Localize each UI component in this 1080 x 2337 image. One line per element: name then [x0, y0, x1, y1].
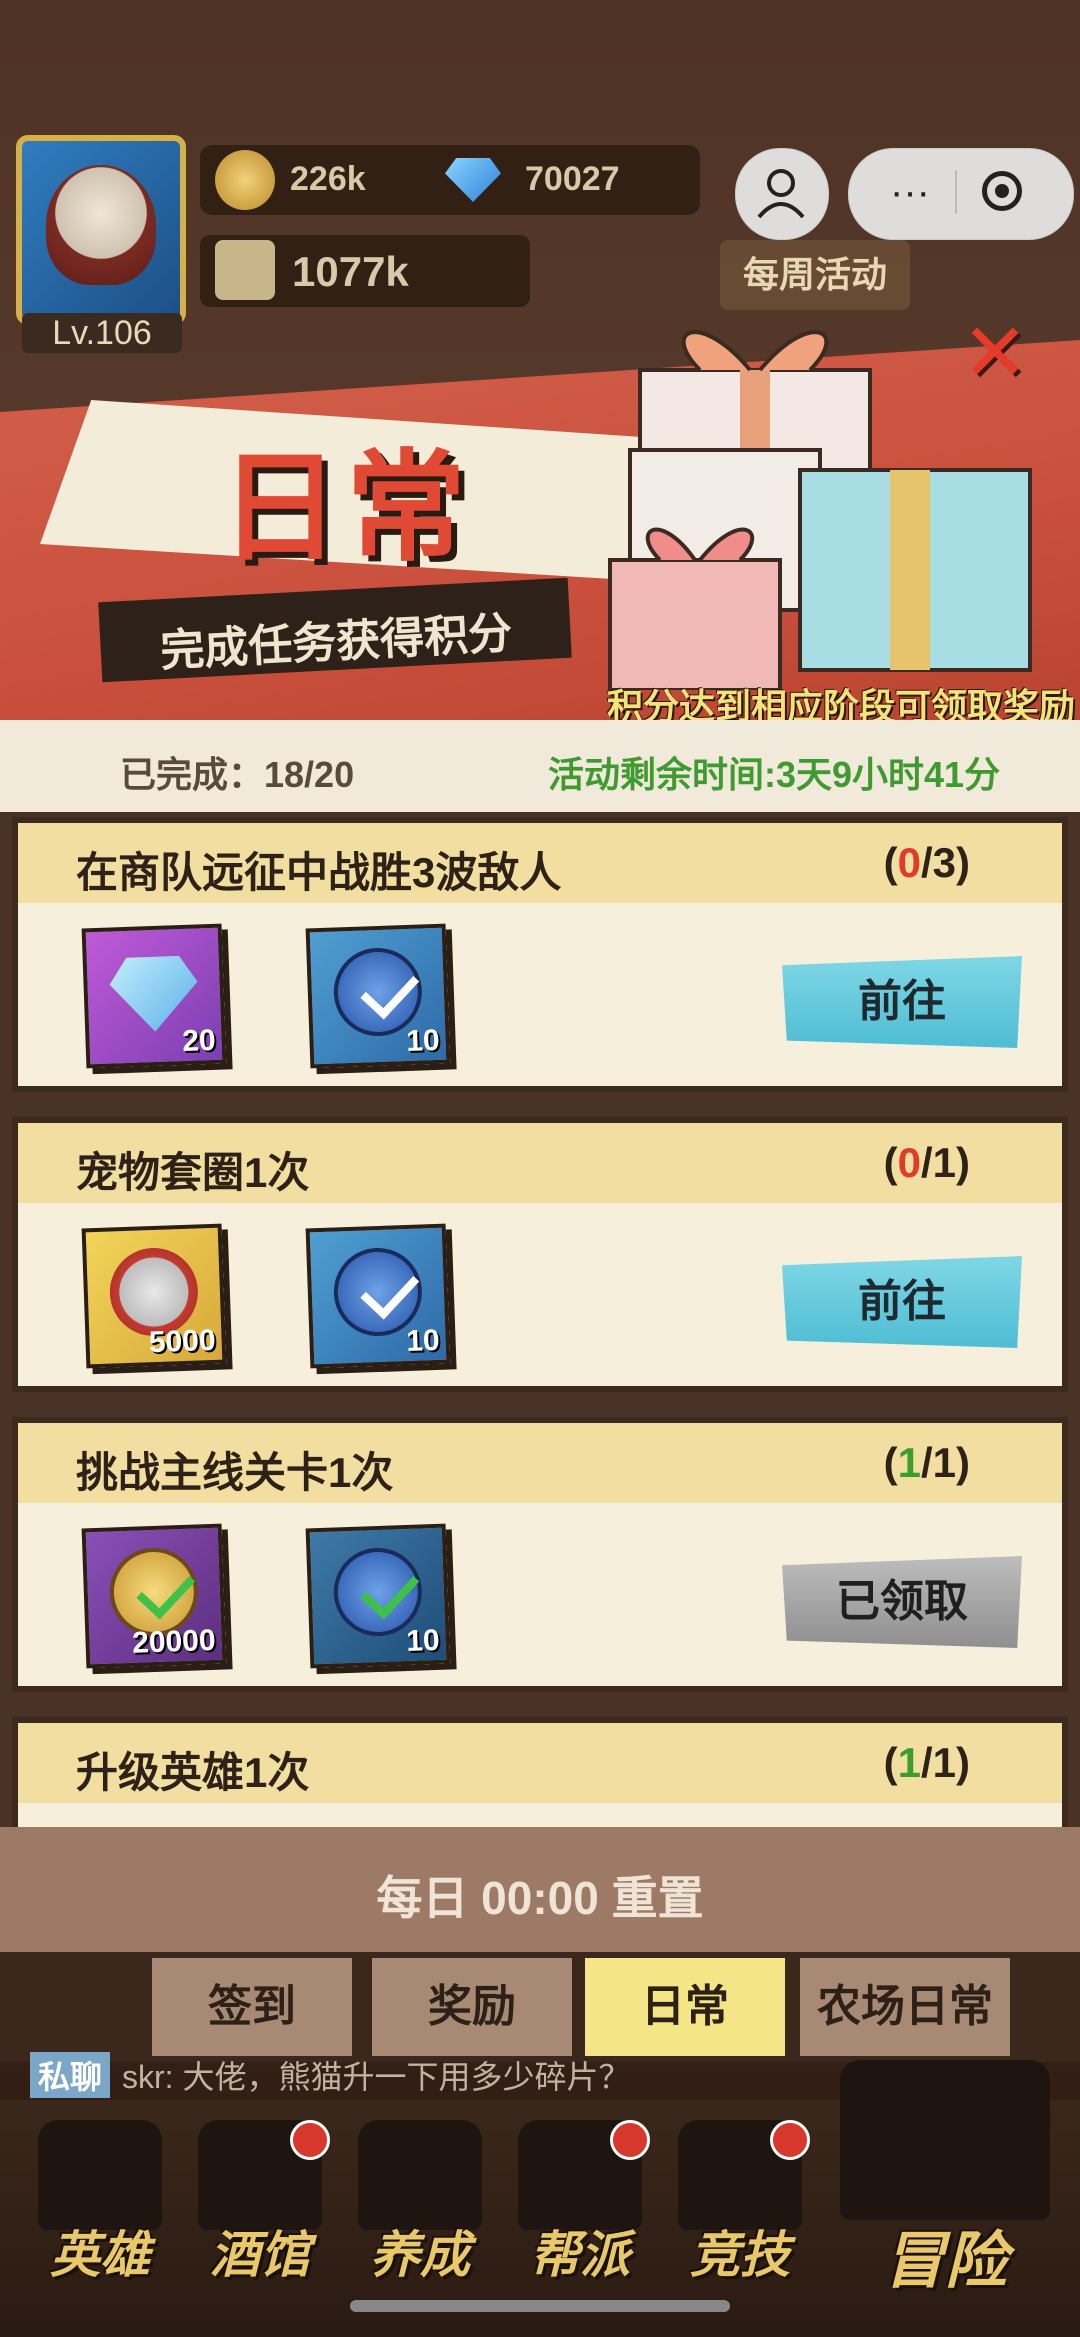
task-progress: (0/1)	[883, 1139, 970, 1186]
task-card: 升级英雄1次 (1/1)	[12, 1717, 1068, 1827]
nav-adventure[interactable]: 冒险	[820, 2060, 1070, 2310]
diamond-icon	[108, 946, 199, 1037]
power-icon	[215, 240, 275, 300]
nav-label: 养成	[370, 2227, 470, 2283]
nav-label: 冒险	[882, 2227, 1007, 2296]
nav-label: 英雄	[50, 2227, 150, 2283]
tab-sign-in[interactable]: 签到	[152, 1958, 352, 2056]
completed-count: 已完成：18/20	[120, 754, 355, 795]
exit-miniprogram-icon[interactable]	[982, 171, 1022, 211]
time-remaining: 活动剩余时间:3天9小时41分	[548, 754, 1001, 795]
nav-tavern[interactable]: 酒馆	[180, 2120, 340, 2300]
task-title: 在商队远征中战胜3波敌人	[76, 849, 562, 896]
task-title: 宠物套圈1次	[76, 1149, 310, 1196]
check-coin-icon	[332, 946, 424, 1038]
power-value: 1077k	[292, 248, 409, 295]
nav-guild[interactable]: 帮派	[500, 2120, 660, 2300]
reward-item[interactable]: 10	[305, 923, 451, 1069]
notification-dot	[610, 2120, 650, 2160]
reset-time-text: 每日 00:00 重置	[376, 1872, 704, 1924]
reward-item[interactable]: 20000	[81, 1523, 227, 1669]
task-list[interactable]: 在商队远征中战胜3波敌人 (0/3) 20 10 前往 宠物套圈1次 (0/1)…	[0, 812, 1080, 1827]
reward-item[interactable]: 20	[81, 923, 227, 1069]
task-title: 挑战主线关卡1次	[76, 1449, 394, 1496]
task-card: 挑战主线关卡1次 (1/1) 20000 10 已领取	[12, 1417, 1068, 1692]
nav-heroes[interactable]: 英雄	[20, 2120, 180, 2300]
reward-count: 10	[405, 1623, 441, 1659]
tab-daily[interactable]: 日常	[585, 1958, 785, 2056]
task-title: 升级英雄1次	[76, 1749, 310, 1796]
chat-tag: 私聊	[30, 2052, 111, 2098]
reward-count: 10	[405, 1023, 441, 1059]
close-icon[interactable]: ✕	[960, 313, 1030, 393]
gem-amount: 70027	[525, 160, 620, 198]
notification-dot	[770, 2120, 810, 2160]
reward-count: 20	[181, 1023, 217, 1059]
reward-item[interactable]: 10	[305, 1223, 451, 1369]
hero-hat-icon	[38, 2120, 162, 2230]
coin-amount: 226k	[290, 160, 366, 198]
coin-icon[interactable]	[215, 150, 275, 210]
gold-coin-icon	[108, 1546, 200, 1638]
train-icon	[840, 2060, 1050, 2220]
tab-farm-daily[interactable]: 农场日常	[800, 1958, 1010, 2056]
go-button[interactable]: 前往	[782, 956, 1022, 1048]
reward-count: 20000	[131, 1623, 217, 1660]
can-icon	[108, 1246, 200, 1338]
nav-label: 竞技	[690, 2227, 790, 2283]
claimed-button: 已领取	[782, 1556, 1022, 1648]
hero-portrait	[46, 165, 156, 285]
nav-arena[interactable]: 竞技	[660, 2120, 820, 2300]
nav-label: 酒馆	[210, 2227, 310, 2283]
capsule-divider	[955, 170, 957, 214]
reward-count: 5000	[148, 1323, 217, 1360]
go-button[interactable]: 前往	[782, 1256, 1022, 1348]
reward-item[interactable]: 5000	[81, 1223, 227, 1369]
user-icon	[757, 169, 805, 219]
page-title: 日常	[220, 441, 472, 575]
tab-rewards[interactable]: 奖励	[372, 1958, 572, 2056]
horse-chess-icon	[358, 2120, 482, 2230]
notification-dot	[290, 2120, 330, 2160]
task-progress: (0/3)	[883, 839, 970, 886]
reward-item[interactable]: 10	[305, 1523, 451, 1669]
task-progress: (1/1)	[883, 1439, 970, 1486]
chat-message: skr: 大佬，熊猫升一下用多少碎片？	[122, 2059, 631, 2095]
task-card: 宠物套圈1次 (0/1) 5000 10 前往	[12, 1117, 1068, 1392]
chat-preview[interactable]: 私聊 skr: 大佬，熊猫升一下用多少碎片？	[30, 2052, 930, 2098]
player-avatar[interactable]: Lv.106	[8, 125, 193, 355]
home-indicator[interactable]	[350, 2300, 730, 2312]
more-icon[interactable]: ···	[880, 170, 940, 214]
reward-count: 10	[405, 1323, 441, 1359]
player-level: Lv.106	[22, 313, 182, 353]
check-coin-icon	[332, 1546, 424, 1638]
nav-develop[interactable]: 养成	[340, 2120, 500, 2300]
nav-label: 帮派	[530, 2227, 630, 2283]
currency-bar	[200, 145, 700, 215]
check-coin-icon	[332, 1246, 424, 1338]
task-progress: (1/1)	[883, 1739, 970, 1786]
task-card: 在商队远征中战胜3波敌人 (0/3) 20 10 前往	[12, 817, 1068, 1092]
